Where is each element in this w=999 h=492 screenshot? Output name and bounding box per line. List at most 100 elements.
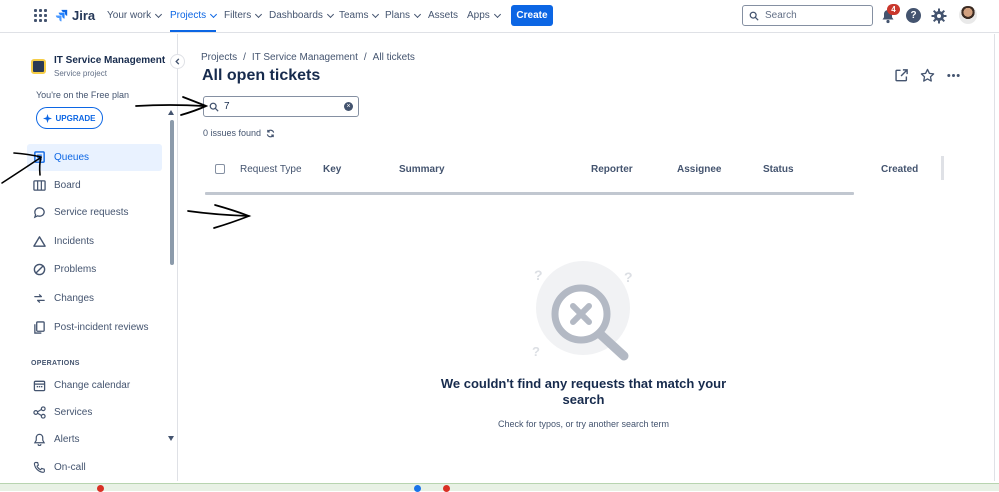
empty-state-subtitle: Check for typos, or try another search t… — [497, 419, 670, 429]
sidebar-item-queues[interactable]: Queues — [27, 144, 162, 171]
chevron-down-icon — [326, 10, 334, 18]
app-name: Jira — [72, 8, 96, 23]
empty-state-title: We couldn't find any requests that match… — [440, 376, 727, 407]
chevron-down-icon — [210, 10, 218, 18]
nav-filters[interactable]: Filters — [224, 10, 263, 21]
user-avatar[interactable] — [959, 6, 977, 24]
collapse-sidebar-button[interactable] — [170, 54, 185, 69]
incidents-icon — [32, 235, 46, 249]
nav-plans[interactable]: Plans — [385, 10, 422, 21]
sidebar-item-label: Changes — [54, 293, 95, 304]
issues-found-count: 0 issues found — [203, 128, 275, 138]
select-all-checkbox[interactable] — [215, 164, 225, 174]
open-external-icon[interactable] — [894, 68, 909, 83]
global-search-input[interactable]: Search — [742, 5, 873, 26]
create-button[interactable]: Create — [511, 5, 553, 26]
chevron-down-icon — [372, 10, 380, 18]
project-name[interactable]: IT Service Management — [54, 55, 165, 66]
breadcrumb-separator: / — [243, 52, 246, 63]
sidebar-item-problems[interactable]: Problems — [27, 256, 162, 283]
post-incident-reviews-icon — [32, 321, 46, 335]
nav-label: Filters — [224, 10, 252, 21]
calendar-icon — [32, 379, 46, 393]
services-icon — [32, 406, 46, 420]
chevron-down-icon — [255, 10, 263, 18]
star-icon[interactable] — [920, 68, 935, 83]
nav-projects[interactable]: Projects — [170, 10, 218, 32]
breadcrumb-project[interactable]: IT Service Management — [252, 52, 358, 63]
column-key[interactable]: Key — [323, 164, 341, 175]
nav-dashboards[interactable]: Dashboards — [269, 10, 334, 21]
column-reporter[interactable]: Reporter — [591, 164, 633, 175]
column-status[interactable]: Status — [763, 164, 794, 175]
service-requests-icon — [32, 206, 46, 220]
sidebar-item-label: Incidents — [54, 236, 95, 247]
sidebar-item-label: Queues — [54, 152, 90, 163]
settings-gear-icon[interactable] — [930, 7, 948, 25]
sidebar-item-change-calendar[interactable]: Change calendar — [27, 372, 162, 399]
sidebar-item-incidents[interactable]: Incidents — [27, 228, 162, 255]
queues-icon — [32, 151, 46, 165]
nav-assets[interactable]: Assets — [428, 10, 458, 21]
phone-icon — [32, 461, 46, 475]
sidebar-item-service-requests[interactable]: Service requests — [27, 199, 162, 226]
sidebar-item-label: On-call — [54, 462, 86, 473]
help-icon[interactable]: ? — [906, 8, 921, 23]
nav-label: Dashboards — [269, 10, 323, 21]
nav-label: Your work — [107, 10, 152, 21]
chevron-down-icon — [493, 10, 501, 18]
operations-section-label: OPERATIONS — [31, 360, 80, 367]
more-actions-icon[interactable] — [946, 68, 961, 83]
window-right-edge — [994, 34, 999, 481]
breadcrumb-projects[interactable]: Projects — [201, 52, 237, 63]
chevron-left-icon — [175, 58, 180, 65]
upgrade-button[interactable]: UPGRADE — [36, 107, 103, 129]
column-created[interactable]: Created — [881, 164, 918, 175]
sidebar-item-alerts[interactable]: Alerts — [27, 426, 162, 453]
sidebar-item-board[interactable]: Board — [27, 172, 162, 199]
app-switcher-icon[interactable] — [34, 9, 48, 23]
nav-label: Projects — [170, 10, 207, 21]
sidebar-divider — [177, 34, 178, 481]
sidebar-scrollbar-thumb[interactable] — [170, 120, 174, 265]
nav-apps[interactable]: Apps — [467, 10, 501, 21]
changes-icon — [32, 292, 46, 306]
project-sidebar: IT Service Management Service project Yo… — [0, 34, 170, 481]
jira-logo[interactable]: Jira — [55, 8, 95, 23]
project-avatar-icon[interactable] — [31, 59, 46, 74]
sidebar-item-changes[interactable]: Changes — [27, 285, 162, 312]
no-results-magnifier-icon: ? ? ? — [532, 261, 633, 361]
table-horizontal-scrollbar[interactable] — [205, 192, 854, 195]
sidebar-item-label: Post-incident reviews — [54, 322, 149, 333]
svg-text:?: ? — [534, 267, 543, 283]
project-type: Service project — [54, 69, 107, 78]
breadcrumb-current[interactable]: All tickets — [373, 52, 415, 63]
sidebar-item-on-call[interactable]: On-call — [27, 454, 162, 481]
column-request-type[interactable]: Request Type — [240, 164, 302, 175]
nav-label: Teams — [339, 10, 369, 21]
upgrade-label: UPGRADE — [55, 113, 96, 123]
page-title: All open tickets — [202, 67, 321, 84]
nav-your-work[interactable]: Your work — [107, 10, 163, 21]
nav-teams[interactable]: Teams — [339, 10, 380, 21]
svg-text:?: ? — [624, 269, 633, 285]
taskbar-strip — [0, 483, 999, 491]
column-summary[interactable]: Summary — [399, 164, 445, 175]
column-assignee[interactable]: Assignee — [677, 164, 721, 175]
sidebar-item-label: Problems — [54, 264, 97, 275]
sidebar-item-post-incident-reviews[interactable]: Post-incident reviews — [27, 314, 162, 341]
refresh-icon[interactable] — [266, 129, 275, 138]
chevron-down-icon — [155, 10, 163, 18]
chevron-down-icon — [413, 10, 422, 18]
top-navigation: Jira Your work Projects Filters Dashboar… — [0, 0, 999, 33]
ticket-search-input[interactable]: 7 × — [203, 96, 359, 117]
search-icon — [749, 11, 759, 21]
search-placeholder: Search — [765, 10, 797, 21]
sidebar-item-label: Services — [54, 407, 93, 418]
sidebar-item-services[interactable]: Services — [27, 399, 162, 426]
svg-text:?: ? — [532, 344, 540, 359]
search-value: 7 — [224, 101, 230, 112]
nav-label: Apps — [467, 10, 490, 21]
problems-icon — [32, 263, 46, 277]
clear-search-icon[interactable]: × — [344, 102, 353, 111]
